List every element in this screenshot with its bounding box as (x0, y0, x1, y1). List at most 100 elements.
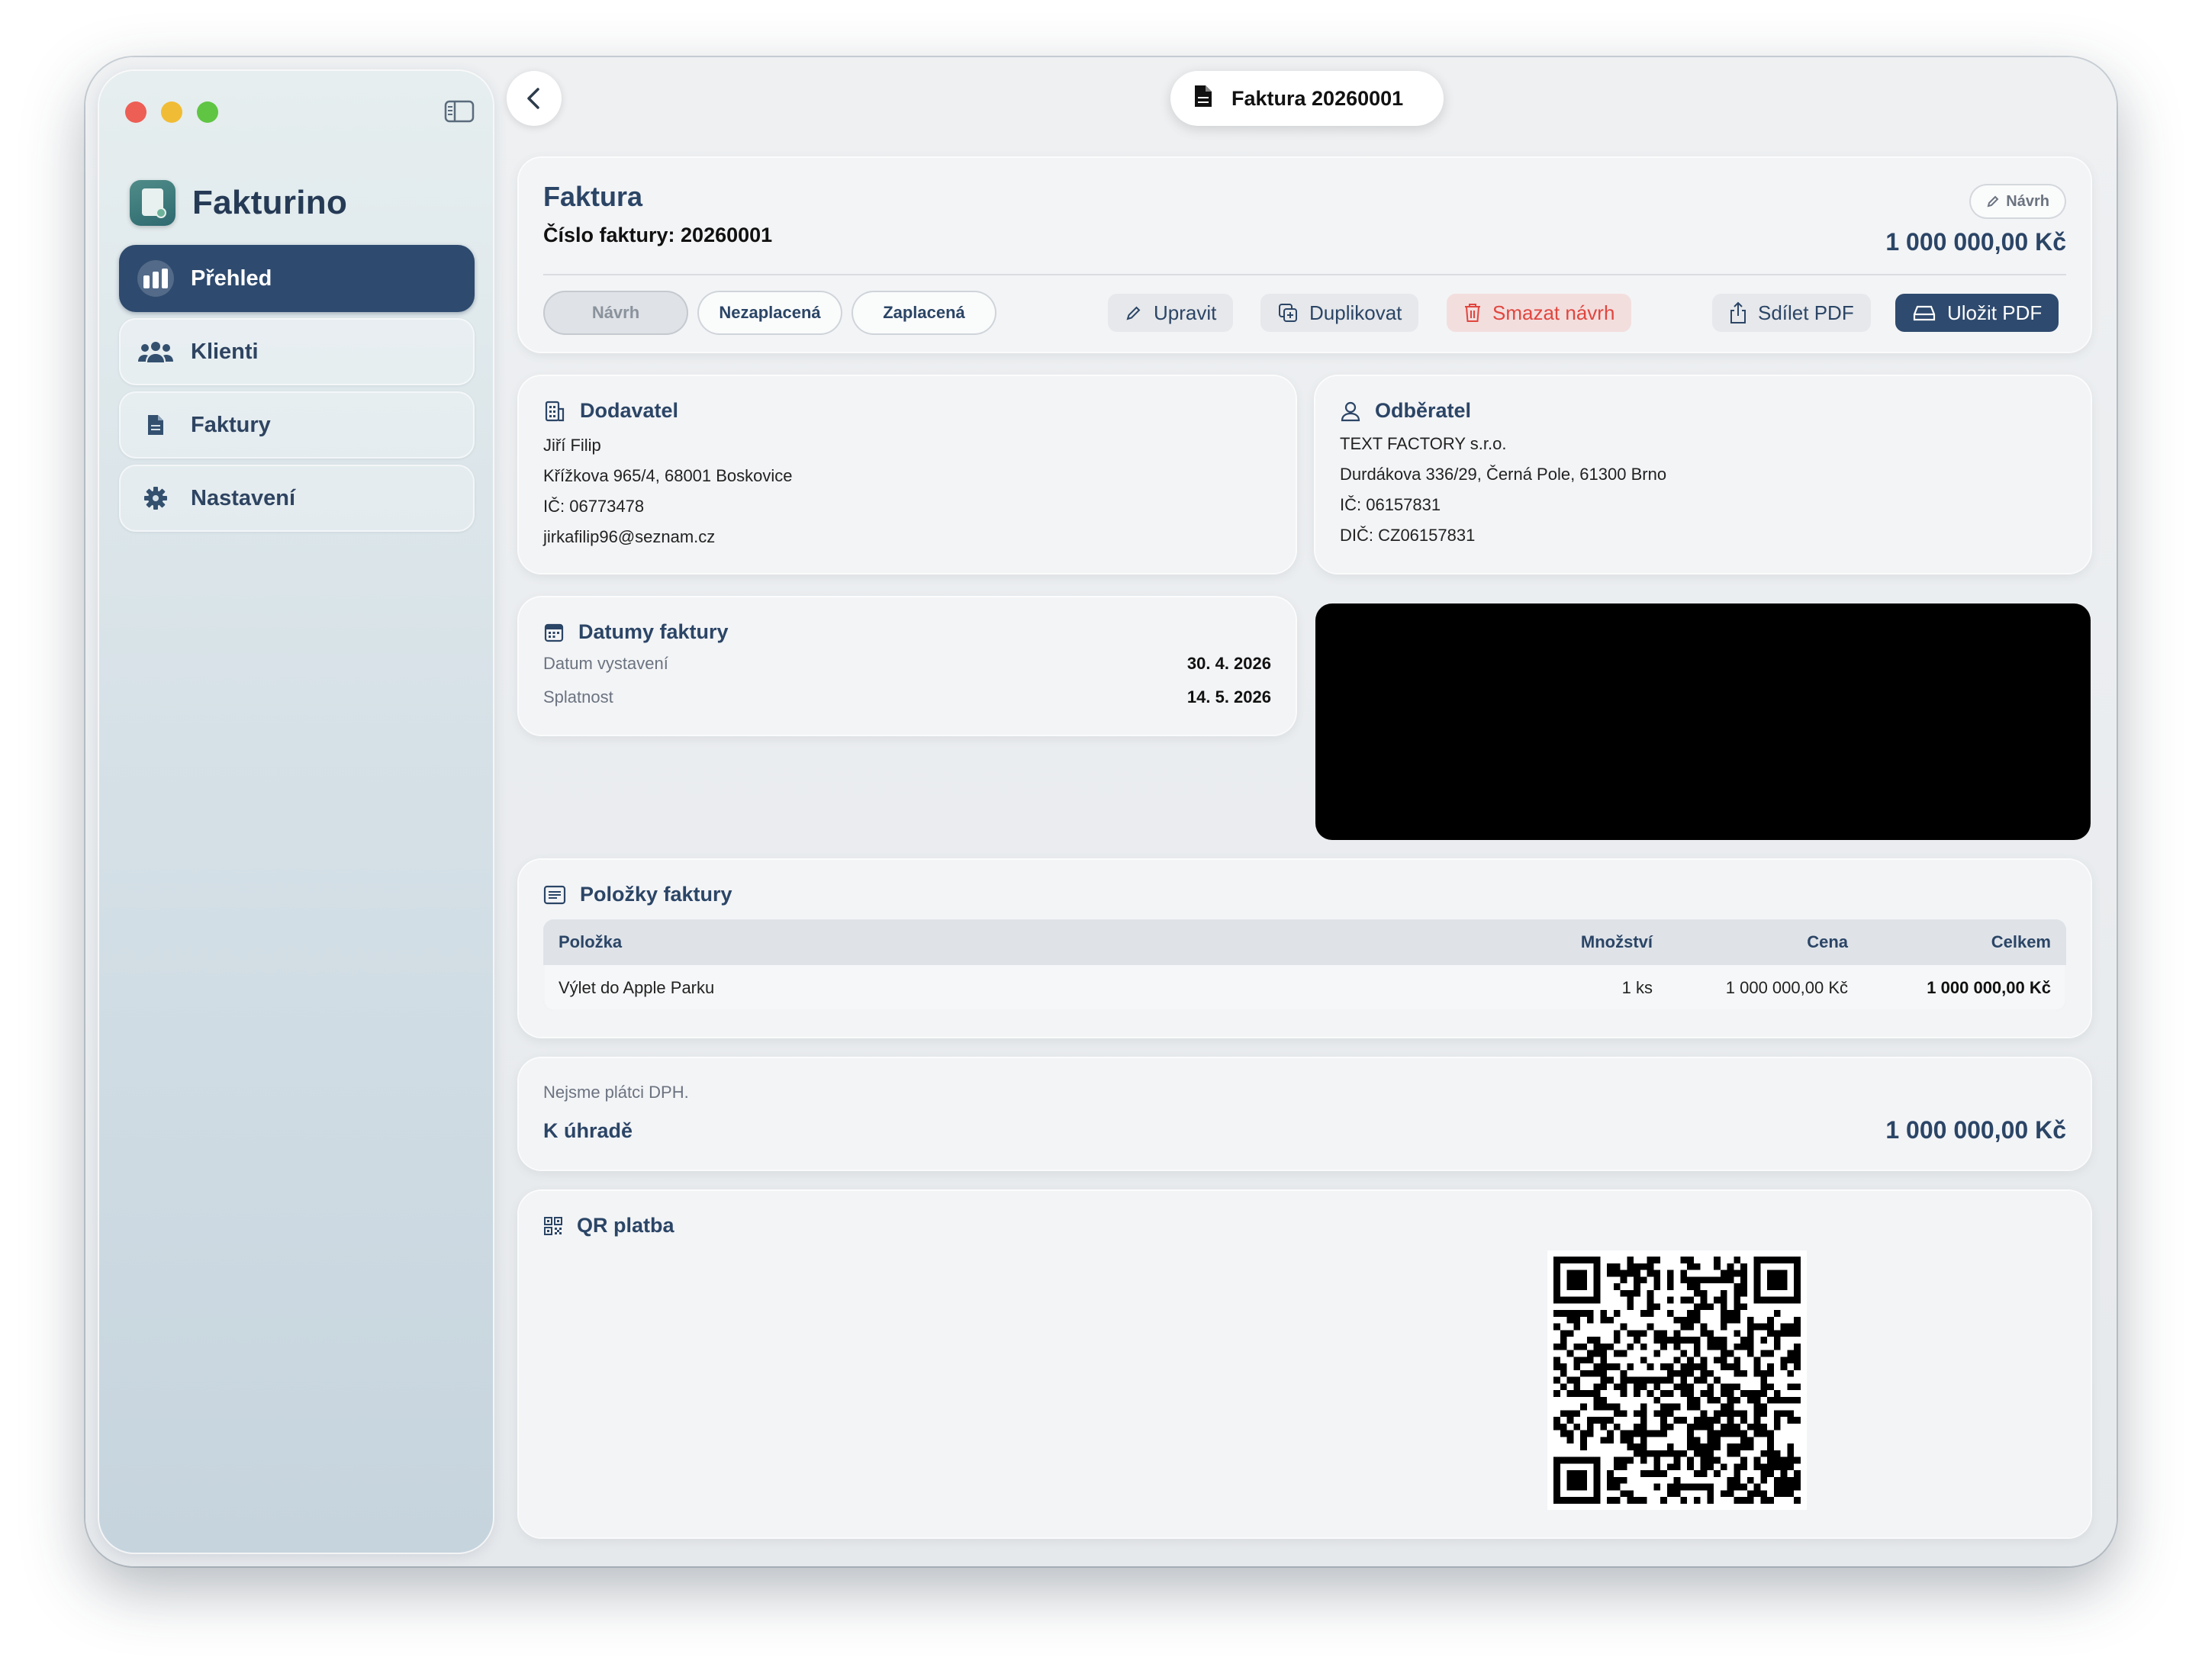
save-pdf-button[interactable]: Uložit PDF (1895, 294, 2059, 332)
duplicate-icon (1279, 304, 1297, 322)
customer-name: TEXT FACTORY s.r.o. (1340, 434, 1507, 453)
column-header-item: Položka (559, 932, 623, 951)
window-title-pill: Faktura 20260001 (1170, 71, 1444, 126)
status-segment-unpaid[interactable]: Nezaplacená (697, 291, 842, 335)
share-pdf-button-label: Sdílet PDF (1758, 301, 1854, 324)
delete-draft-button-label: Smazat návrh (1492, 301, 1615, 324)
edit-button-label: Upravit (1154, 301, 1217, 324)
list-icon (543, 885, 566, 904)
supplier-ic: IČ: 06773478 (543, 497, 645, 516)
sidebar-item-klienti[interactable]: Klienti (119, 318, 475, 385)
invoice-items-card: Položky faktury Položka Množství Cena Ce… (519, 860, 2091, 1037)
table-row: Výlet do Apple Parku 1 ks 1 000 000,00 K… (543, 965, 2066, 1011)
sidebar-item-label: Klienti (191, 339, 259, 364)
sidebar-item-label: Faktury (191, 412, 271, 437)
minimize-window-button[interactable] (161, 101, 182, 123)
drive-icon (1913, 305, 1936, 321)
trash-icon (1465, 304, 1480, 322)
customer-address: Durdákova 336/29, Černá Pole, 61300 Brno (1340, 465, 1667, 484)
chevron-left-icon (527, 88, 539, 109)
invoice-header-card: Faktura Číslo faktury: 20260001 Návrh 1 … (519, 158, 2091, 352)
payment-summary-card: Nejsme plátci DPH. K úhradě 1 000 000,00… (519, 1058, 2091, 1170)
supplier-name: Jiří Filip (543, 436, 601, 455)
gear-icon (137, 480, 174, 517)
supplier-address: Křížkova 965/4, 68001 Boskovice (543, 466, 793, 485)
items-table: Položka Množství Cena Celkem Výlet do Ap… (543, 919, 2066, 1011)
item-price: 1 000 000,00 Kč (1725, 978, 1848, 997)
sidebar-item-label: Nastavení (191, 485, 296, 510)
invoice-title: Faktura (543, 181, 643, 212)
sidebar: Fakturino Přehled Klienti Faktury Nastav… (99, 71, 493, 1553)
sidebar-toggle-icon[interactable] (444, 100, 475, 123)
issue-date-value: 30. 4. 2026 (1186, 654, 1271, 673)
item-quantity: 1 ks (1621, 978, 1653, 997)
customer-dic: DIČ: CZ06157831 (1340, 526, 1476, 545)
back-button[interactable] (507, 71, 562, 126)
payment-qr-code (1547, 1250, 1807, 1510)
fakturino-logo-icon (130, 180, 175, 226)
customer-card: Odběratel TEXT FACTORY s.r.o. Durdákova … (1315, 376, 2091, 573)
invoice-total: 1 000 000,00 Kč (1885, 228, 2066, 256)
column-header-total: Celkem (1991, 932, 2051, 951)
calendar-icon (544, 623, 564, 642)
items-title: Položky faktury (543, 883, 732, 906)
status-segment-paid[interactable]: Zaplacená (852, 291, 996, 335)
edit-button[interactable]: Upravit (1108, 294, 1234, 332)
invoice-dates-card: Datumy faktury Datum vystavení 30. 4. 20… (519, 597, 1296, 735)
supplier-email: jirkafilip96@seznam.cz (543, 527, 716, 546)
sidebar-item-nastaveni[interactable]: Nastavení (119, 465, 475, 532)
due-date-row: Splatnost 14. 5. 2026 (543, 681, 1271, 714)
customer-title-text: Odběratel (1375, 399, 1472, 422)
app-name: Fakturino (192, 184, 348, 221)
person-icon (1341, 401, 1360, 421)
customer-title: Odběratel (1340, 399, 2066, 423)
header-divider (543, 274, 2066, 275)
issue-date-row: Datum vystavení 30. 4. 2026 (543, 647, 1271, 681)
item-total: 1 000 000,00 Kč (1927, 978, 2051, 997)
sidebar-nav: Přehled Klienti Faktury Nastavení (119, 245, 475, 538)
column-header-quantity: Množství (1580, 932, 1653, 951)
customer-ic: IČ: 06157831 (1340, 495, 1441, 514)
building-icon (545, 401, 565, 421)
qr-title-text: QR platba (577, 1214, 674, 1237)
column-header-price: Cena (1807, 932, 1848, 951)
status-segment-draft[interactable]: Návrh (543, 291, 688, 335)
close-window-button[interactable] (125, 101, 146, 123)
document-icon (1193, 84, 1213, 114)
window-title: Faktura 20260001 (1231, 86, 1404, 110)
item-name: Výlet do Apple Parku (559, 978, 715, 997)
qr-payment-card: QR platba (519, 1191, 2091, 1537)
duplicate-button[interactable]: Duplikovat (1260, 294, 1419, 332)
issue-date-label: Datum vystavení (543, 654, 668, 673)
supplier-title: Dodavatel (543, 399, 1271, 423)
amount-due-label: K úhradě (543, 1119, 633, 1142)
dates-title: Datumy faktury (543, 620, 1271, 644)
delete-draft-button[interactable]: Smazat návrh (1447, 294, 1632, 332)
document-icon (137, 407, 174, 443)
duplicate-button-label: Duplikovat (1309, 301, 1402, 324)
people-icon (137, 333, 174, 370)
chart-bar-icon (137, 260, 174, 297)
amount-due-value: 1 000 000,00 Kč (1885, 1116, 2066, 1144)
share-icon (1730, 301, 1746, 323)
zoom-window-button[interactable] (197, 101, 218, 123)
invoice-number: Číslo faktury: 20260001 (543, 224, 773, 246)
save-pdf-button-label: Uložit PDF (1947, 301, 2043, 324)
app-window: Fakturino Přehled Klienti Faktury Nastav… (85, 57, 2117, 1566)
due-date-value: 14. 5. 2026 (1186, 687, 1271, 706)
sidebar-item-prehled[interactable]: Přehled (119, 245, 475, 312)
sidebar-item-label: Přehled (191, 266, 272, 291)
status-badge-label: Návrh (2006, 192, 2049, 210)
items-title-text: Položky faktury (580, 883, 732, 906)
dates-title-text: Datumy faktury (578, 620, 729, 643)
due-date-label: Splatnost (543, 687, 613, 706)
supplier-card: Dodavatel Jiří Filip Křížkova 965/4, 680… (519, 376, 1296, 573)
share-pdf-button[interactable]: Sdílet PDF (1712, 294, 1871, 332)
app-logo: Fakturino (130, 180, 347, 226)
supplier-title-text: Dodavatel (580, 399, 679, 422)
qr-code-icon (544, 1216, 562, 1235)
redacted-area (1315, 603, 2091, 840)
sidebar-item-faktury[interactable]: Faktury (119, 391, 475, 459)
status-badge: Návrh (1969, 184, 2066, 219)
qr-title: QR platba (543, 1214, 674, 1237)
